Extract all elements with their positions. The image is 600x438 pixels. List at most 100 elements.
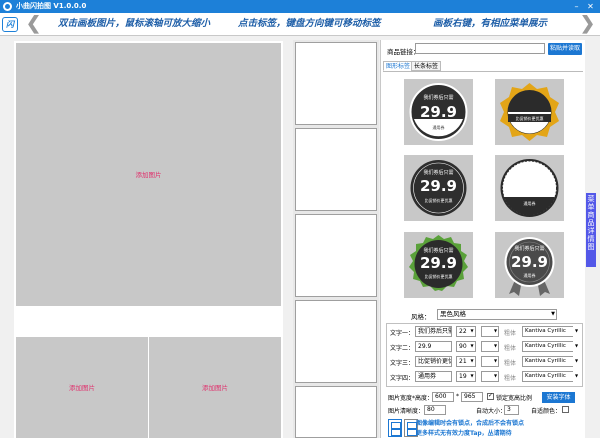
bold-toggle[interactable]: 粗体	[504, 358, 516, 367]
side-tab-detail-menu[interactable]: 菜单商品详情图	[586, 193, 596, 267]
chevron-down-icon: ▼	[470, 343, 474, 348]
template-thumbnail[interactable]	[295, 386, 377, 438]
badge-option[interactable]: 我们券后只需 29.9 比促销价更优惠	[404, 155, 473, 221]
template-thumbnail[interactable]	[295, 214, 377, 297]
auto-color-label: 自适颜色：	[531, 408, 562, 415]
badge-top-text: 我们券后只需	[514, 245, 544, 252]
lock-ratio-checkbox[interactable]	[487, 392, 494, 400]
auto-size-label: 自动大小：	[476, 408, 507, 415]
font-select[interactable]: Kantiva Cyrillic	[522, 341, 580, 352]
paste-read-button[interactable]: 粘贴并读取	[548, 43, 582, 55]
add-image-label: 添加图片	[135, 170, 162, 179]
text-row: 文字三： 比促销价更优惠 21 ▼ ▼ 粗体 Kantiva Cyrillic …	[387, 355, 584, 369]
badge-sub-text: 比促销价更优惠	[516, 115, 544, 121]
text-row: 文字四： 通用券 19 ▼ ▼ 粗体 Kantiva Cyrillic ▼	[387, 370, 584, 384]
chevron-down-icon: ▼	[493, 358, 498, 363]
bold-toggle[interactable]: 粗体	[504, 343, 516, 352]
badge-option[interactable]: 通用券	[495, 155, 564, 221]
badge-top-text: 我们券后只需	[423, 169, 453, 176]
title-bar: 小曲闪拍图 V1.0.0.0 – ✕	[0, 0, 600, 13]
text-input[interactable]: 比促销价更优惠	[415, 356, 452, 367]
style-label: 风格：	[411, 313, 431, 321]
design-canvas[interactable]: 添加图片 添加图片 添加图片	[14, 41, 283, 438]
badge-sub-text: 通用券	[524, 200, 536, 206]
app-logo: 闪	[2, 17, 18, 32]
font-select[interactable]: Kantiva Cyrillic	[522, 326, 580, 337]
bold-toggle[interactable]: 粗体	[504, 328, 516, 337]
chevron-down-icon: ▼	[470, 358, 474, 363]
clarity-label: 图片清晰度：	[388, 408, 425, 415]
tip-text: 更多样式无有效力度Tap，丛请期待	[416, 430, 512, 437]
close-button[interactable]: ✕	[585, 2, 596, 11]
chevron-down-icon: ▼	[493, 373, 498, 378]
auto-size-input[interactable]: 3	[504, 405, 519, 415]
badge-top-text: 我们券后只需	[423, 94, 453, 101]
badge-sub-text: 通用券	[524, 272, 536, 278]
text-row-label: 文字二：	[390, 345, 415, 352]
chevron-down-icon: ▼	[573, 371, 580, 382]
chevron-down-icon: ▼	[573, 326, 580, 337]
auto-color-checkbox[interactable]	[562, 406, 569, 413]
badge-gallery: 我们券后只需 29.9 通用券 比促销价更优惠 我们券后只需 29.9 比促销价	[384, 75, 584, 307]
text-row-label: 文字三：	[390, 360, 415, 367]
chevron-down-icon: ▼	[470, 328, 474, 333]
layout-and-tips: 图像编辑时会有锁点，合成后不会有锁点 更多样式无有效力度Tap，丛请期待	[386, 418, 583, 438]
badge-price: 29.9	[511, 253, 548, 271]
clarity-input[interactable]: 80	[424, 405, 446, 415]
badge-top-text: 我们券后只需	[423, 247, 453, 254]
install-font-button[interactable]: 安装字体	[542, 392, 575, 403]
chevron-down-icon: ▼	[551, 311, 555, 317]
style-value: 黑色风格	[440, 310, 466, 318]
image-slot-bottom-right[interactable]: 添加图片	[149, 337, 281, 438]
style-select[interactable]: 黑色风格 ▼	[437, 309, 557, 320]
badge-option[interactable]: 我们券后只需 29.9 通用券	[404, 79, 473, 145]
text-row-label: 文字四：	[390, 375, 415, 382]
layout-vertical-icon[interactable]	[388, 419, 402, 437]
text-input[interactable]: 29.9	[415, 341, 452, 352]
image-slot-main[interactable]: 添加图片	[16, 43, 281, 306]
tab-shape-label[interactable]: 图形标签	[383, 61, 414, 71]
chevron-down-icon: ▼	[573, 341, 580, 352]
badge-price: 29.9	[420, 254, 457, 272]
next-arrow-icon[interactable]: ❯	[580, 14, 595, 34]
add-image-label: 添加图片	[69, 383, 95, 392]
badge-price: 29.9	[420, 103, 457, 121]
template-thumbnail-list	[293, 40, 379, 438]
template-thumbnail[interactable]	[295, 128, 377, 211]
size-label: 图片宽度*高度：	[388, 395, 434, 402]
text-input[interactable]: 通用券	[415, 371, 452, 382]
badge-price: 29.9	[420, 177, 457, 195]
hint-text: 点击标签，键盘方向键可移动标签	[238, 18, 381, 29]
image-slot-bottom-left[interactable]: 添加图片	[16, 337, 148, 438]
badge-option[interactable]: 我们券后只需 29.9 比促销价更优惠	[404, 232, 473, 298]
template-thumbnail[interactable]	[295, 300, 377, 383]
text-options-table: 文字一： 我们券后只需 22 ▼ ▼ 粗体 Kantiva Cyrillic ▼…	[386, 323, 583, 387]
chevron-down-icon: ▼	[573, 356, 580, 367]
text-input[interactable]: 我们券后只需	[415, 326, 452, 337]
hint-banner: 闪 ❮ 双击画板图片，鼠标滚轴可放大缩小 点击标签，键盘方向键可移动标签 画板右…	[0, 13, 600, 36]
product-url-input[interactable]	[415, 43, 545, 54]
lock-ratio-label: 锁定宽高比例	[496, 395, 533, 402]
template-thumbnail[interactable]	[295, 42, 377, 125]
prev-arrow-icon[interactable]: ❮	[26, 14, 41, 34]
tab-strip-label[interactable]: 长条标签	[411, 61, 442, 71]
badge-sub-text: 比促销价更优惠	[425, 197, 453, 203]
chevron-down-icon: ▼	[493, 343, 498, 348]
badge-option[interactable]: 比促销价更优惠	[495, 79, 564, 145]
minimize-button[interactable]: –	[571, 2, 582, 11]
text-row-label: 文字一：	[390, 330, 415, 337]
hint-text: 双击画板图片，鼠标滚轴可放大缩小	[58, 18, 211, 29]
height-input[interactable]: 965	[461, 392, 483, 402]
font-select[interactable]: Kantiva Cyrillic	[522, 356, 580, 367]
width-input[interactable]: 600	[432, 392, 454, 402]
image-size-settings: 图片宽度*高度： 600 * 965 锁定宽高比例 安装字体 图片清晰度： 80…	[386, 390, 583, 416]
badge-option[interactable]: 我们券后只需 29.9 通用券	[495, 232, 564, 298]
badge-sub-text: 比促销价更优惠	[425, 273, 453, 279]
add-image-label: 添加图片	[202, 383, 228, 392]
font-select[interactable]: Kantiva Cyrillic	[522, 371, 580, 382]
window-title: 小曲闪拍图 V1.0.0.0	[16, 2, 87, 10]
chevron-down-icon: ▼	[470, 373, 474, 378]
app-icon	[3, 2, 12, 11]
times-sign: *	[456, 393, 459, 400]
bold-toggle[interactable]: 粗体	[504, 373, 516, 382]
